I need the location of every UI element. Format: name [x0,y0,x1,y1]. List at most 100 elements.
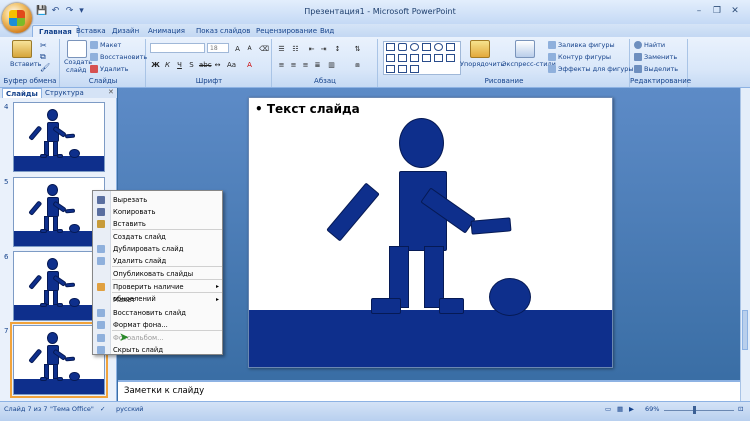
bold-icon[interactable]: Ж [150,59,161,69]
close-button[interactable]: ✕ [726,5,744,18]
replace-button[interactable]: Заменить [634,53,677,61]
shape-flow-icon[interactable] [410,65,419,73]
context-menu-item[interactable]: Скрыть слайд [93,344,224,356]
align-right-icon[interactable]: ≡ [300,59,311,69]
shape-arrow-icon[interactable] [386,54,395,62]
shape-line-icon[interactable] [446,43,455,51]
new-slide-icon[interactable] [67,40,87,58]
notes-pane[interactable]: Заметки к слайду [118,380,740,401]
select-button[interactable]: Выделить [634,65,678,73]
underline-icon[interactable]: Ч [174,59,185,69]
redo-icon[interactable]: ↷ [64,6,75,17]
context-menu-item[interactable]: Дублировать слайд [93,243,224,255]
zoom-level[interactable]: 69% [645,405,659,413]
font-size-select[interactable]: 18 [207,43,229,53]
shape-circle-icon[interactable] [434,43,443,51]
justify-icon[interactable]: ≣ [312,59,323,69]
current-slide[interactable]: • Текст слайда [248,97,613,368]
tab-slideshow[interactable]: Показ слайдов [190,25,256,37]
tab-animation[interactable]: Анимация [142,25,191,37]
shape-outline-button[interactable]: Контур фигуры [548,53,611,61]
vertical-scrollbar[interactable] [740,88,750,401]
minimize-button[interactable]: – [690,5,708,18]
thumb-figure-hand-r [64,282,75,287]
numbering-icon[interactable]: ☷ [290,43,301,53]
zoom-slider[interactable] [664,410,734,411]
shape-fill-button[interactable]: Заливка фигуры [548,41,615,49]
shape-brace-icon[interactable] [422,54,431,62]
change-case-icon[interactable]: Aa [226,59,237,69]
shape-effects-button[interactable]: Эффекты для фигуры [548,65,634,73]
shape-bolt-icon[interactable] [446,54,455,62]
text-direction-icon[interactable]: ⇅ [352,43,363,53]
save-icon[interactable]: 💾 [36,6,47,17]
cut-icon[interactable]: ✂ [40,41,47,50]
grow-font-icon[interactable]: A [232,43,243,53]
context-menu-item[interactable]: Восстановить слайд [93,307,224,319]
menu-item-icon [97,309,105,317]
fit-window-icon[interactable]: ⊡ [738,405,743,413]
spacing-icon[interactable]: ↔ [212,59,223,69]
close-panel-icon[interactable]: ✕ [108,88,114,96]
shrink-font-icon[interactable]: A [244,43,255,53]
shape-rounded-rect-icon[interactable] [398,43,407,51]
view-normal-icon[interactable]: ▭ [605,405,611,413]
clear-format-icon[interactable]: ⌫ [258,43,269,53]
scrollbar-thumb[interactable] [742,310,748,350]
context-menu-item[interactable]: Создать слайд [93,231,224,243]
context-menu-item[interactable]: Копировать [93,206,224,218]
find-button[interactable]: Найти [634,41,665,49]
shadow-icon[interactable]: S [186,59,197,69]
quick-styles-icon[interactable] [515,40,535,58]
copy-icon[interactable]: ⧉ [40,52,46,62]
context-menu-item[interactable]: Вырезать [93,194,224,206]
align-left-icon[interactable]: ≡ [276,59,287,69]
view-sorter-icon[interactable]: ▦ [617,405,623,413]
decrease-indent-icon[interactable]: ⇤ [306,43,317,53]
language-indicator[interactable]: русский [116,405,144,413]
increase-indent-icon[interactable]: ⇥ [318,43,329,53]
font-name-select[interactable] [150,43,205,53]
format-painter-icon[interactable]: 🖌 [40,63,50,72]
arrange-button[interactable]: Упорядочить [460,60,504,68]
shape-star-icon[interactable] [398,54,407,62]
paste-icon[interactable] [12,40,32,58]
view-slideshow-icon[interactable]: ▶ [629,405,634,413]
new-slide-button[interactable]: Создать [64,58,92,66]
office-button[interactable] [2,3,32,33]
shape-heart-icon[interactable] [434,54,443,62]
shape-ribbon-icon[interactable] [398,65,407,73]
tab-view[interactable]: Вид [314,25,340,37]
shape-rectangle-icon[interactable] [386,43,395,51]
align-center-icon[interactable]: ≡ [288,59,299,69]
tab-design[interactable]: Дизайн [106,25,145,37]
paste-button[interactable]: Вставить [10,60,41,68]
slide-thumbnail-4[interactable] [13,102,105,172]
tab-slides[interactable]: Слайды [2,88,42,98]
zoom-slider-handle[interactable] [693,406,696,414]
font-color-icon[interactable]: A [244,59,255,69]
slide-text-placeholder[interactable]: • Текст слайда [255,102,360,116]
line-spacing-icon[interactable]: ↕ [332,43,343,53]
tab-outline[interactable]: Структура [42,88,87,98]
arrange-icon[interactable] [470,40,490,58]
shape-callout-icon[interactable] [410,54,419,62]
undo-icon[interactable]: ↶ [50,6,61,17]
shape-oval-icon[interactable] [410,43,419,51]
shape-curve-icon[interactable] [386,65,395,73]
reset-button[interactable]: Восстановить [90,53,147,61]
layout-button[interactable]: Макет [90,41,121,49]
shape-triangle-icon[interactable] [422,43,431,51]
smartart-icon[interactable]: ⧈ [352,59,363,69]
maximize-button[interactable]: ❐ [708,5,726,18]
customize-toolbar-icon[interactable]: ▾ [76,6,87,17]
strikethrough-icon[interactable]: abc [198,59,212,69]
bullets-icon[interactable]: ☰ [276,43,287,53]
slide-ground-shape[interactable] [249,310,612,367]
spellcheck-icon[interactable]: ✓ [100,405,105,413]
italic-icon[interactable]: К [162,59,173,69]
context-menu-item[interactable]: Макет ▸ [93,294,224,306]
delete-button[interactable]: Удалить [90,65,128,73]
tab-review[interactable]: Рецензирование [250,25,323,37]
columns-icon[interactable]: ▥ [326,59,337,69]
